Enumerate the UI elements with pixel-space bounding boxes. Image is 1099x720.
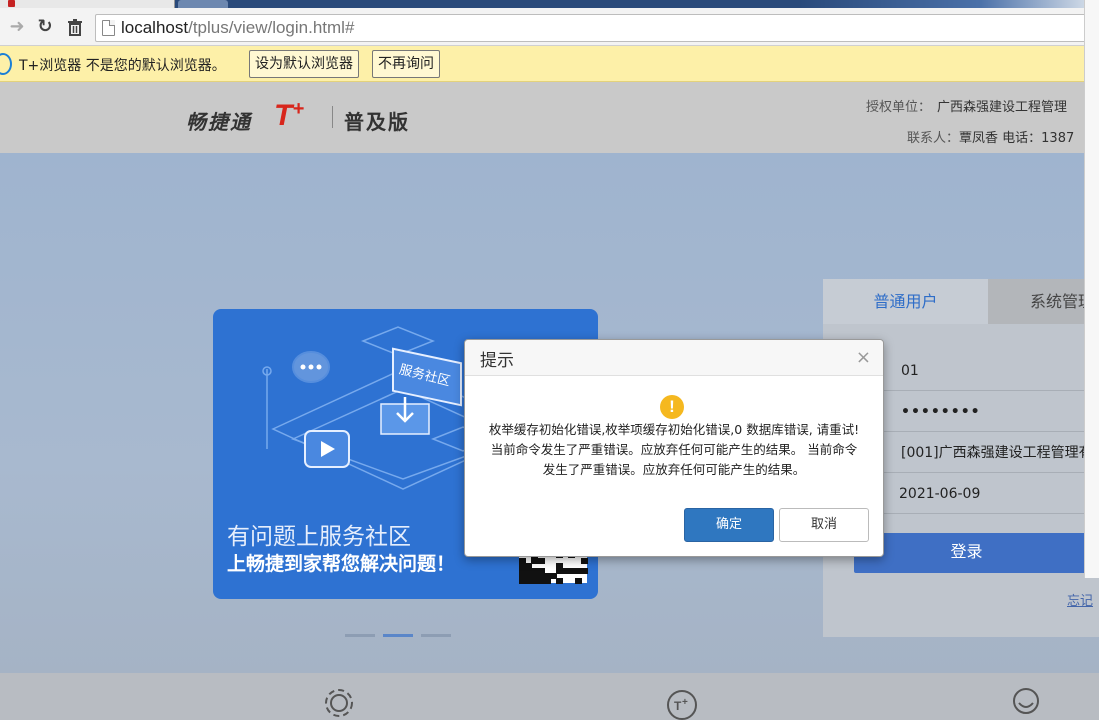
video-play-icon <box>304 430 350 468</box>
browser-logo-icon <box>0 53 12 75</box>
dialog-message: 枚举缓存初始化错误,枚举项缓存初始化错误,0 数据库错误, 请重试! 当前命令发… <box>488 422 860 477</box>
trash-icon[interactable] <box>64 16 86 38</box>
browser-tab-active[interactable] <box>0 0 175 8</box>
page-header: 畅捷通 T+ 普及版 授权单位： 广西森强建设工程管理 联系人：覃凤香 电话：13… <box>0 82 1099 153</box>
page-icon <box>102 20 115 36</box>
address-bar[interactable]: localhost/tplus/view/login.html# <box>95 14 1095 42</box>
browser-toolbar: ➜ ↻ localhost/tplus/view/login.html# <box>0 8 1099 46</box>
contact-label: 联系人： <box>907 131 960 146</box>
tab-normal-user[interactable]: 普通用户 <box>823 279 988 324</box>
logo-cn-text: 畅捷通 <box>186 110 252 134</box>
close-icon[interactable]: × <box>856 349 871 367</box>
warning-icon: ! <box>660 395 684 419</box>
logo-divider <box>332 106 333 128</box>
dialog-title: 提示 <box>480 351 514 371</box>
edition-label: 普及版 <box>344 110 410 134</box>
url-host: localhost <box>121 18 189 37</box>
banner-headline: 有问题上服务社区 <box>227 524 411 550</box>
error-dialog: 提示 × ! 枚举缓存初始化错误,枚举项缓存初始化错误,0 数据库错误, 请重试… <box>464 339 884 557</box>
chat-bubble-icon <box>292 351 330 383</box>
default-browser-infobar: T+浏览器 不是您的默认浏览器。 设为默认浏览器 不再询问 <box>0 46 1099 82</box>
browser-tab-other[interactable] <box>178 0 228 8</box>
login-button[interactable]: 登录 <box>854 533 1099 573</box>
svg-text:T: T <box>674 699 682 713</box>
gear-icon[interactable] <box>321 685 357 720</box>
contact-info: 联系人：覃凤香 电话：1387 <box>907 127 1074 146</box>
tab-system-admin[interactable]: 系统管理 <box>988 279 1099 324</box>
url-path: /tplus/view/login.html# <box>188 18 355 37</box>
cancel-button[interactable]: 取消 <box>779 508 869 542</box>
logo-brand: T <box>274 99 293 132</box>
logo-tplus: T+ <box>274 98 304 133</box>
ok-button[interactable]: 确定 <box>684 508 774 542</box>
carousel-dot-1[interactable] <box>345 634 375 637</box>
set-default-button[interactable]: 设为默认浏览器 <box>249 50 359 78</box>
banner-subline: 上畅捷到家帮您解决问题！ <box>227 553 456 575</box>
carousel-dot-3[interactable] <box>421 634 451 637</box>
logo-plus: + <box>292 98 305 120</box>
licensee-info: 授权单位： 广西森强建设工程管理 <box>866 96 1067 115</box>
page-footer: T + <box>0 673 1099 720</box>
dont-ask-button[interactable]: 不再询问 <box>372 50 440 78</box>
download-box-icon <box>380 397 430 435</box>
dialog-header: 提示 × <box>465 340 883 376</box>
svg-text:+: + <box>682 697 688 708</box>
licensee-label: 授权单位： <box>866 100 932 115</box>
address-url: localhost/tplus/view/login.html# <box>121 18 354 38</box>
tplus-service-icon[interactable]: T + <box>664 685 700 720</box>
forward-icon[interactable]: ➜ <box>6 16 28 38</box>
side-panel-edge <box>1084 0 1099 578</box>
service-sign-icon: 服务社区 <box>392 347 462 407</box>
customer-service-icon[interactable] <box>1008 685 1044 720</box>
carousel-dot-2[interactable] <box>383 634 413 637</box>
carousel-indicators <box>345 634 455 638</box>
infobar-message: T+浏览器 不是您的默认浏览器。 <box>19 58 226 74</box>
window-caption-area <box>799 0 1099 8</box>
licensee-value: 广西森强建设工程管理 <box>937 100 1068 115</box>
favicon-icon <box>8 0 15 7</box>
browser-tabstrip <box>0 0 1099 8</box>
contact-value: 覃凤香 电话：1387 <box>959 131 1075 146</box>
reload-icon[interactable]: ↻ <box>34 16 56 38</box>
forgot-password-link[interactable]: 忘记 <box>1067 590 1093 609</box>
